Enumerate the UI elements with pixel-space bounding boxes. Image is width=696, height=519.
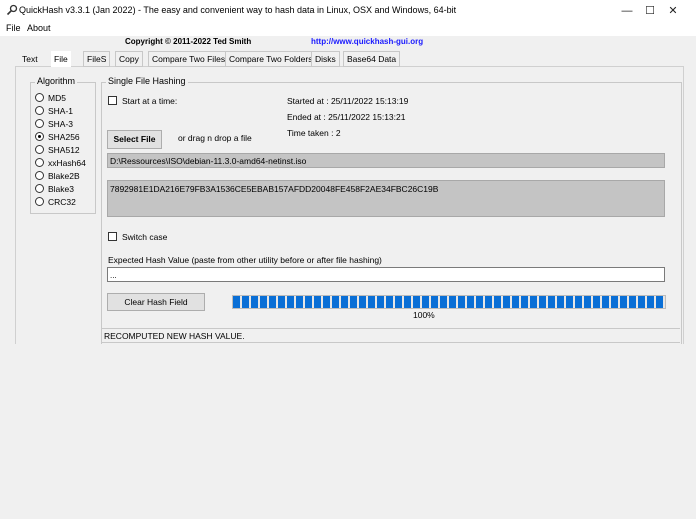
radio-label: SHA-3 <box>48 119 74 129</box>
radio-blake3[interactable]: Blake3 <box>35 184 74 197</box>
expected-hash-input[interactable]: ... <box>107 267 665 282</box>
radio-label: Blake2B <box>48 171 80 181</box>
radio-crc32[interactable]: CRC32 <box>35 197 76 210</box>
radio-circle <box>35 93 44 102</box>
radio-label: SHA512 <box>48 145 80 155</box>
file-path-field[interactable]: D:\Ressources\ISO\debian-11.3.0-amd64-ne… <box>107 153 665 168</box>
clear-hash-field-button[interactable]: Clear Hash Field <box>107 293 205 311</box>
magnifier-icon <box>6 4 18 16</box>
radio-blake2b[interactable]: Blake2B <box>35 171 80 184</box>
radio-circle <box>35 171 44 180</box>
radio-label: MD5 <box>48 93 66 103</box>
close-button[interactable]: ✕ <box>650 0 696 22</box>
tab-file[interactable]: File <box>51 51 71 67</box>
progress-bar <box>232 295 666 309</box>
start-at-time-checkbox[interactable]: Start at a time: <box>108 96 177 106</box>
radio-circle-selected <box>35 132 44 141</box>
algorithm-group-title: Algorithm <box>35 76 78 86</box>
radio-label: SHA256 <box>48 132 80 142</box>
radio-sha3[interactable]: SHA-3 <box>35 119 73 132</box>
checkbox-box <box>108 232 117 241</box>
tab-copy[interactable]: Copy <box>115 51 143 67</box>
single-file-hashing-title: Single File Hashing <box>106 76 188 86</box>
radio-circle <box>35 197 44 206</box>
radio-circle <box>35 158 44 167</box>
tab-compare-two-folders[interactable]: Compare Two Folders <box>225 51 317 67</box>
checkbox-box <box>108 96 117 105</box>
radio-label: xxHash64 <box>48 158 86 168</box>
progress-label: 100% <box>413 310 435 320</box>
started-at-text: Started at : 25/11/2022 15:13:19 <box>287 96 409 106</box>
expected-hash-label: Expected Hash Value (paste from other ut… <box>108 255 382 265</box>
menu-about[interactable]: About <box>27 23 51 33</box>
select-file-button[interactable]: Select File <box>107 130 162 149</box>
title-bar: QuickHash v3.3.1 (Jan 2022) - The easy a… <box>0 0 696 22</box>
website-link[interactable]: http://www.quickhash-gui.org <box>311 37 423 46</box>
ended-at-text: Ended at : 25/11/2022 15:13:21 <box>287 112 406 122</box>
switch-case-checkbox[interactable]: Switch case <box>108 232 167 242</box>
radio-sha256[interactable]: SHA256 <box>35 132 80 145</box>
tab-text[interactable]: Text <box>19 52 41 66</box>
radio-circle <box>35 119 44 128</box>
tab-files[interactable]: FileS <box>83 51 111 67</box>
checkbox-label: Switch case <box>122 232 168 242</box>
radio-circle <box>35 106 44 115</box>
status-bar: RECOMPUTED NEW HASH VALUE. <box>102 328 680 343</box>
checkbox-label: Start at a time: <box>122 96 178 106</box>
time-taken-text: Time taken : 2 <box>287 128 341 138</box>
copyright-text: Copyright © 2011-2022 Ted Smith <box>125 37 252 46</box>
radio-sha1[interactable]: SHA-1 <box>35 106 73 119</box>
tab-base64-data[interactable]: Base64 Data <box>343 51 401 67</box>
menu-bar: File About <box>0 22 696 36</box>
tab-compare-two-files[interactable]: Compare Two Files <box>148 51 230 67</box>
radio-sha512[interactable]: SHA512 <box>35 145 80 158</box>
progress-fill <box>233 296 665 308</box>
radio-circle <box>35 145 44 154</box>
radio-label: CRC32 <box>48 197 76 207</box>
window-title: QuickHash v3.3.1 (Jan 2022) - The easy a… <box>19 5 457 15</box>
radio-circle <box>35 184 44 193</box>
radio-label: Blake3 <box>48 184 74 194</box>
empty-area <box>0 344 696 519</box>
radio-xxhash64[interactable]: xxHash64 <box>35 158 86 171</box>
drag-drop-hint: or drag n drop a file <box>178 133 252 143</box>
radio-label: SHA-1 <box>48 106 74 116</box>
menu-file[interactable]: File <box>6 23 21 33</box>
radio-md5[interactable]: MD5 <box>35 93 66 106</box>
tab-disks[interactable]: Disks <box>311 51 340 67</box>
hash-result-field[interactable]: 7892981E1DA216E79FB3A1536CE5EBAB157AFDD2… <box>107 180 665 217</box>
